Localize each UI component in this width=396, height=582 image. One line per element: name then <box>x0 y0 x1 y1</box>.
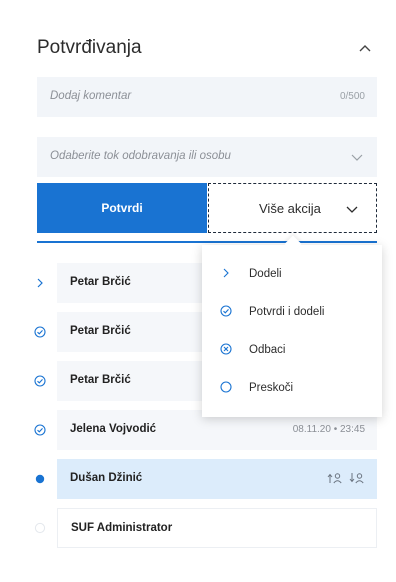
step-name: Dušan Džinić <box>70 472 143 484</box>
current-dot-icon <box>34 473 46 485</box>
confirm-button[interactable]: Potvrdi <box>37 183 207 233</box>
step-name: Petar Brčić <box>70 374 131 386</box>
menu-item-label: Odbaci <box>249 344 286 356</box>
chevron-right-icon <box>220 267 232 279</box>
confirm-button-label: Potvrdi <box>101 201 143 215</box>
empty-circle-icon <box>220 381 232 393</box>
chevron-right-icon <box>34 277 46 289</box>
chevron-down-icon[interactable] <box>351 152 363 162</box>
approvals-header[interactable]: Potvrđivanja <box>37 28 377 68</box>
check-circle-icon <box>34 326 46 338</box>
chevron-down-icon <box>346 204 358 214</box>
approval-flow-select[interactable]: Odaberite tok odobravanja ili osobu <box>37 137 377 177</box>
check-circle-icon <box>34 424 46 436</box>
step-name: Petar Brčić <box>70 276 131 288</box>
more-actions-button[interactable]: Više akcija <box>208 183 377 233</box>
chevron-up-icon[interactable] <box>357 40 373 56</box>
check-circle-icon <box>220 305 232 317</box>
menu-item-assign[interactable]: Dodeli <box>202 257 382 291</box>
step-row-current[interactable]: Dušan Džinić <box>34 459 377 499</box>
reject-circle-icon <box>220 343 232 355</box>
menu-item-reject[interactable]: Odbaci <box>202 333 382 367</box>
menu-item-skip[interactable]: Preskoči <box>202 371 382 405</box>
menu-item-label: Preskoči <box>249 382 294 394</box>
comment-counter: 0/500 <box>339 91 365 102</box>
actions-underline <box>37 241 377 243</box>
move-up-user-icon[interactable] <box>327 471 343 485</box>
more-actions-menu: Dodeli Potvrdi i dodeli Odbaci Preskoči <box>202 235 382 417</box>
menu-item-confirm-assign[interactable]: Potvrdi i dodeli <box>202 295 382 329</box>
comment-field[interactable]: Dodaj komentar 0/500 <box>37 77 377 117</box>
step-row[interactable]: SUF Administrator <box>34 508 377 548</box>
move-down-user-icon[interactable] <box>349 471 365 485</box>
step-card: SUF Administrator <box>57 508 377 548</box>
more-actions-label: Više akcija <box>259 201 321 216</box>
comment-placeholder: Dodaj komentar <box>50 90 132 102</box>
check-circle-icon <box>34 375 46 387</box>
step-name: Petar Brčić <box>70 325 131 337</box>
step-card: Dušan Džinić <box>57 459 377 499</box>
step-timestamp: 08.11.20 • 23:45 <box>292 424 365 435</box>
page-title: Potvrđivanja <box>37 37 142 58</box>
pending-circle-icon <box>34 522 46 534</box>
menu-item-label: Dodeli <box>249 268 282 280</box>
menu-caret <box>284 235 302 253</box>
flow-placeholder: Odaberite tok odobravanja ili osobu <box>50 150 231 162</box>
step-name: SUF Administrator <box>71 522 173 534</box>
step-name: Jelena Vojvodić <box>70 423 157 435</box>
menu-item-label: Potvrdi i dodeli <box>249 306 325 318</box>
